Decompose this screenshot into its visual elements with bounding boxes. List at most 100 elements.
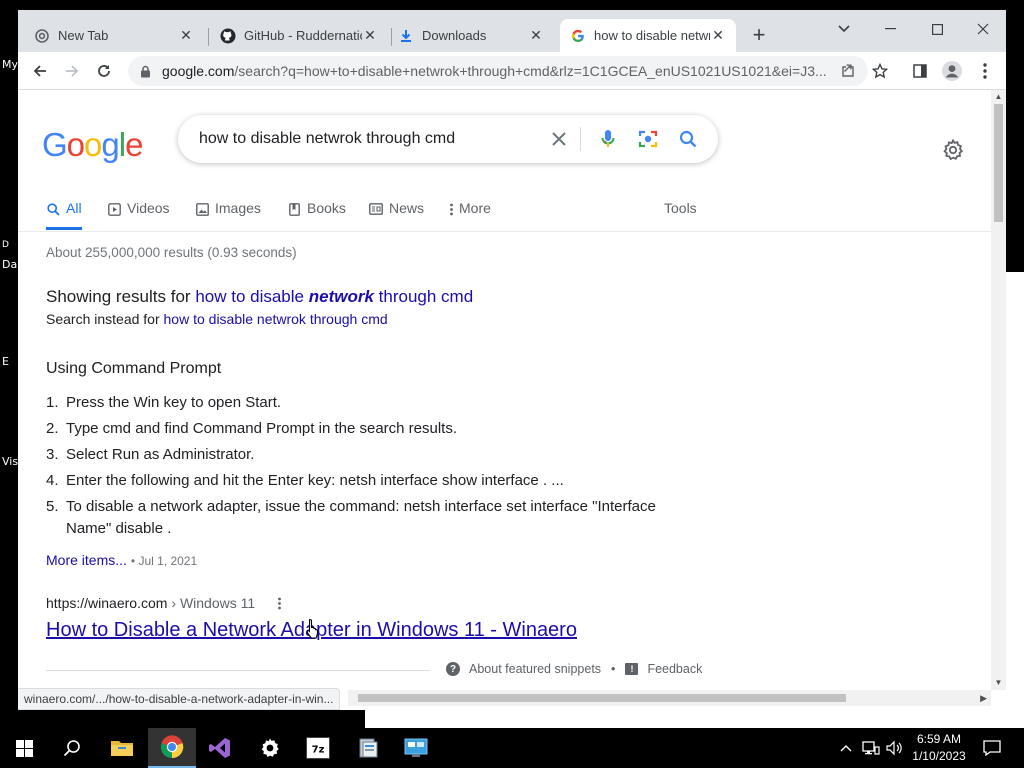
new-tab-button[interactable]: +	[749, 24, 769, 48]
address-bar[interactable]: google.com/search?q=how+to+disable+netwr…	[128, 56, 868, 86]
reload-button[interactable]	[90, 57, 118, 85]
feedback-link[interactable]: Feedback	[647, 662, 702, 676]
search-box-divider	[580, 127, 581, 151]
microphone-icon[interactable]	[594, 125, 622, 153]
corrected-word: network	[308, 287, 374, 306]
visual-studio-icon[interactable]	[196, 728, 244, 768]
search-type-tabs: All Videos Images Books News More Tools	[18, 190, 991, 232]
maximize-button[interactable]	[917, 14, 957, 44]
close-icon[interactable]: ✕	[528, 27, 544, 44]
vertical-scrollbar[interactable]: ▲ ▼	[991, 90, 1006, 690]
tab-title: Downloads	[422, 28, 487, 43]
corrected-query-part: through cmd	[378, 287, 474, 306]
status-bubble: winaero.com/.../how-to-disable-a-network…	[18, 688, 341, 710]
share-icon[interactable]	[833, 56, 863, 86]
desktop-icon-label: E	[2, 355, 9, 368]
result-menu-icon[interactable]	[273, 597, 285, 610]
corrected-query-link[interactable]: how to disable network through cmd	[195, 287, 473, 306]
snippet-footer: ? About featured snippets • ! Feedback	[446, 662, 702, 676]
back-button[interactable]	[26, 57, 54, 85]
app-icon[interactable]	[344, 728, 392, 768]
tab-books[interactable]: Books	[287, 200, 346, 230]
camera-lens-icon[interactable]	[634, 125, 662, 153]
search-instead: Search instead for how to disable netwro…	[46, 311, 388, 327]
search-input[interactable]: how to disable netwrok through cmd	[199, 130, 455, 148]
search-icon[interactable]	[48, 728, 96, 768]
video-icon	[107, 202, 121, 216]
close-icon[interactable]: ✕	[362, 27, 378, 44]
search-icon[interactable]	[674, 125, 702, 153]
more-items-link[interactable]: More items...	[46, 552, 127, 568]
settings-gear-icon[interactable]	[940, 137, 966, 163]
corrected-query-part: how to disable	[195, 287, 304, 306]
file-explorer-icon[interactable]	[98, 728, 146, 768]
step-text: Select Run as Administrator.	[66, 446, 255, 463]
footer-separator: •	[611, 662, 616, 676]
tab-new-tab[interactable]: New Tab ✕	[24, 19, 204, 52]
rdp-icon[interactable]	[392, 728, 440, 768]
network-icon[interactable]	[860, 728, 882, 768]
profile-avatar[interactable]	[937, 56, 967, 86]
desktop-icon-label: Vis	[2, 455, 19, 468]
notification-icon[interactable]	[980, 728, 1004, 768]
lock-icon[interactable]	[140, 64, 154, 78]
instead-prefix: Search instead for	[46, 311, 160, 327]
tab-title: New Tab	[58, 28, 109, 43]
close-icon[interactable]: ✕	[710, 27, 726, 44]
volume-icon[interactable]	[884, 728, 906, 768]
scrollbar-thumb[interactable]	[358, 694, 846, 702]
desktop-icon-label: Da	[2, 258, 18, 271]
tab-label: More	[459, 200, 491, 216]
scroll-up-arrow-icon[interactable]: ▲	[994, 92, 1003, 101]
close-icon[interactable]: ✕	[178, 27, 194, 44]
chrome-window: New Tab ✕ GitHub - Ruddernation ✕ Downlo…	[18, 10, 1006, 710]
tab-videos[interactable]: Videos	[107, 200, 170, 230]
tab-strip: New Tab ✕ GitHub - Ruddernation ✕ Downlo…	[18, 10, 1006, 52]
about-snippets-link[interactable]: About featured snippets	[469, 662, 601, 676]
horizontal-scrollbar[interactable]: ▶	[348, 690, 991, 706]
forward-button[interactable]	[58, 57, 86, 85]
google-icon	[570, 28, 586, 44]
chevron-up-icon[interactable]	[836, 728, 856, 768]
help-icon: ?	[446, 662, 460, 676]
step-text: Enter the following and hit the Enter ke…	[66, 472, 564, 489]
github-icon	[220, 28, 236, 44]
more-vert-icon	[448, 202, 454, 216]
windows-taskbar: 7z 6:59 AM 1/10/2023	[0, 728, 1024, 768]
scroll-down-arrow-icon[interactable]: ▼	[994, 678, 1003, 687]
tab-label: Images	[215, 200, 261, 216]
bookmark-star-icon[interactable]	[865, 56, 895, 86]
scroll-right-arrow-icon[interactable]: ▶	[980, 693, 987, 704]
tab-label: Books	[307, 200, 346, 216]
tab-google-search[interactable]: how to disable netwrok ✕	[560, 19, 736, 52]
start-button[interactable]	[0, 728, 48, 768]
original-query-link[interactable]: how to disable netwrok through cmd	[164, 311, 388, 327]
seven-zip-icon[interactable]: 7z	[294, 728, 342, 768]
side-panel-icon[interactable]	[905, 56, 935, 86]
close-window-button[interactable]	[963, 14, 1003, 44]
scrollbar-thumb[interactable]	[994, 104, 1003, 222]
clear-search-icon[interactable]	[545, 125, 573, 153]
chrome-menu-icon[interactable]	[970, 56, 1000, 86]
tab-search-button[interactable]	[824, 14, 864, 44]
google-logo[interactable]: Google	[42, 126, 143, 164]
tab-news[interactable]: News	[369, 200, 424, 230]
tab-more[interactable]: More	[448, 200, 491, 230]
tools-button[interactable]: Tools	[664, 200, 697, 230]
step-text: Press the Win key to open Start.	[66, 394, 282, 411]
chrome-taskbar-icon[interactable]	[148, 728, 196, 768]
list-item: 4. Enter the following and hit the Enter …	[46, 470, 666, 492]
step-text: Type cmd and find Command Prompt in the …	[66, 420, 458, 437]
tab-images[interactable]: Images	[195, 200, 261, 230]
search-box[interactable]: how to disable netwrok through cmd	[178, 115, 718, 163]
minimize-button[interactable]	[870, 14, 910, 44]
svg-text:7z: 7z	[312, 745, 325, 756]
settings-icon[interactable]	[246, 728, 294, 768]
url-path: /search?q=how+to+disable+netwrok+through…	[234, 63, 827, 79]
taskbar-clock[interactable]: 6:59 AM 1/10/2023	[906, 731, 972, 765]
feedback-icon: !	[625, 663, 639, 675]
tab-downloads[interactable]: Downloads ✕	[388, 19, 554, 52]
tab-github[interactable]: GitHub - Ruddernation ✕	[210, 19, 388, 52]
more-items-row: More items... • Jul 1, 2021	[46, 552, 197, 568]
tab-all[interactable]: All	[46, 200, 82, 230]
